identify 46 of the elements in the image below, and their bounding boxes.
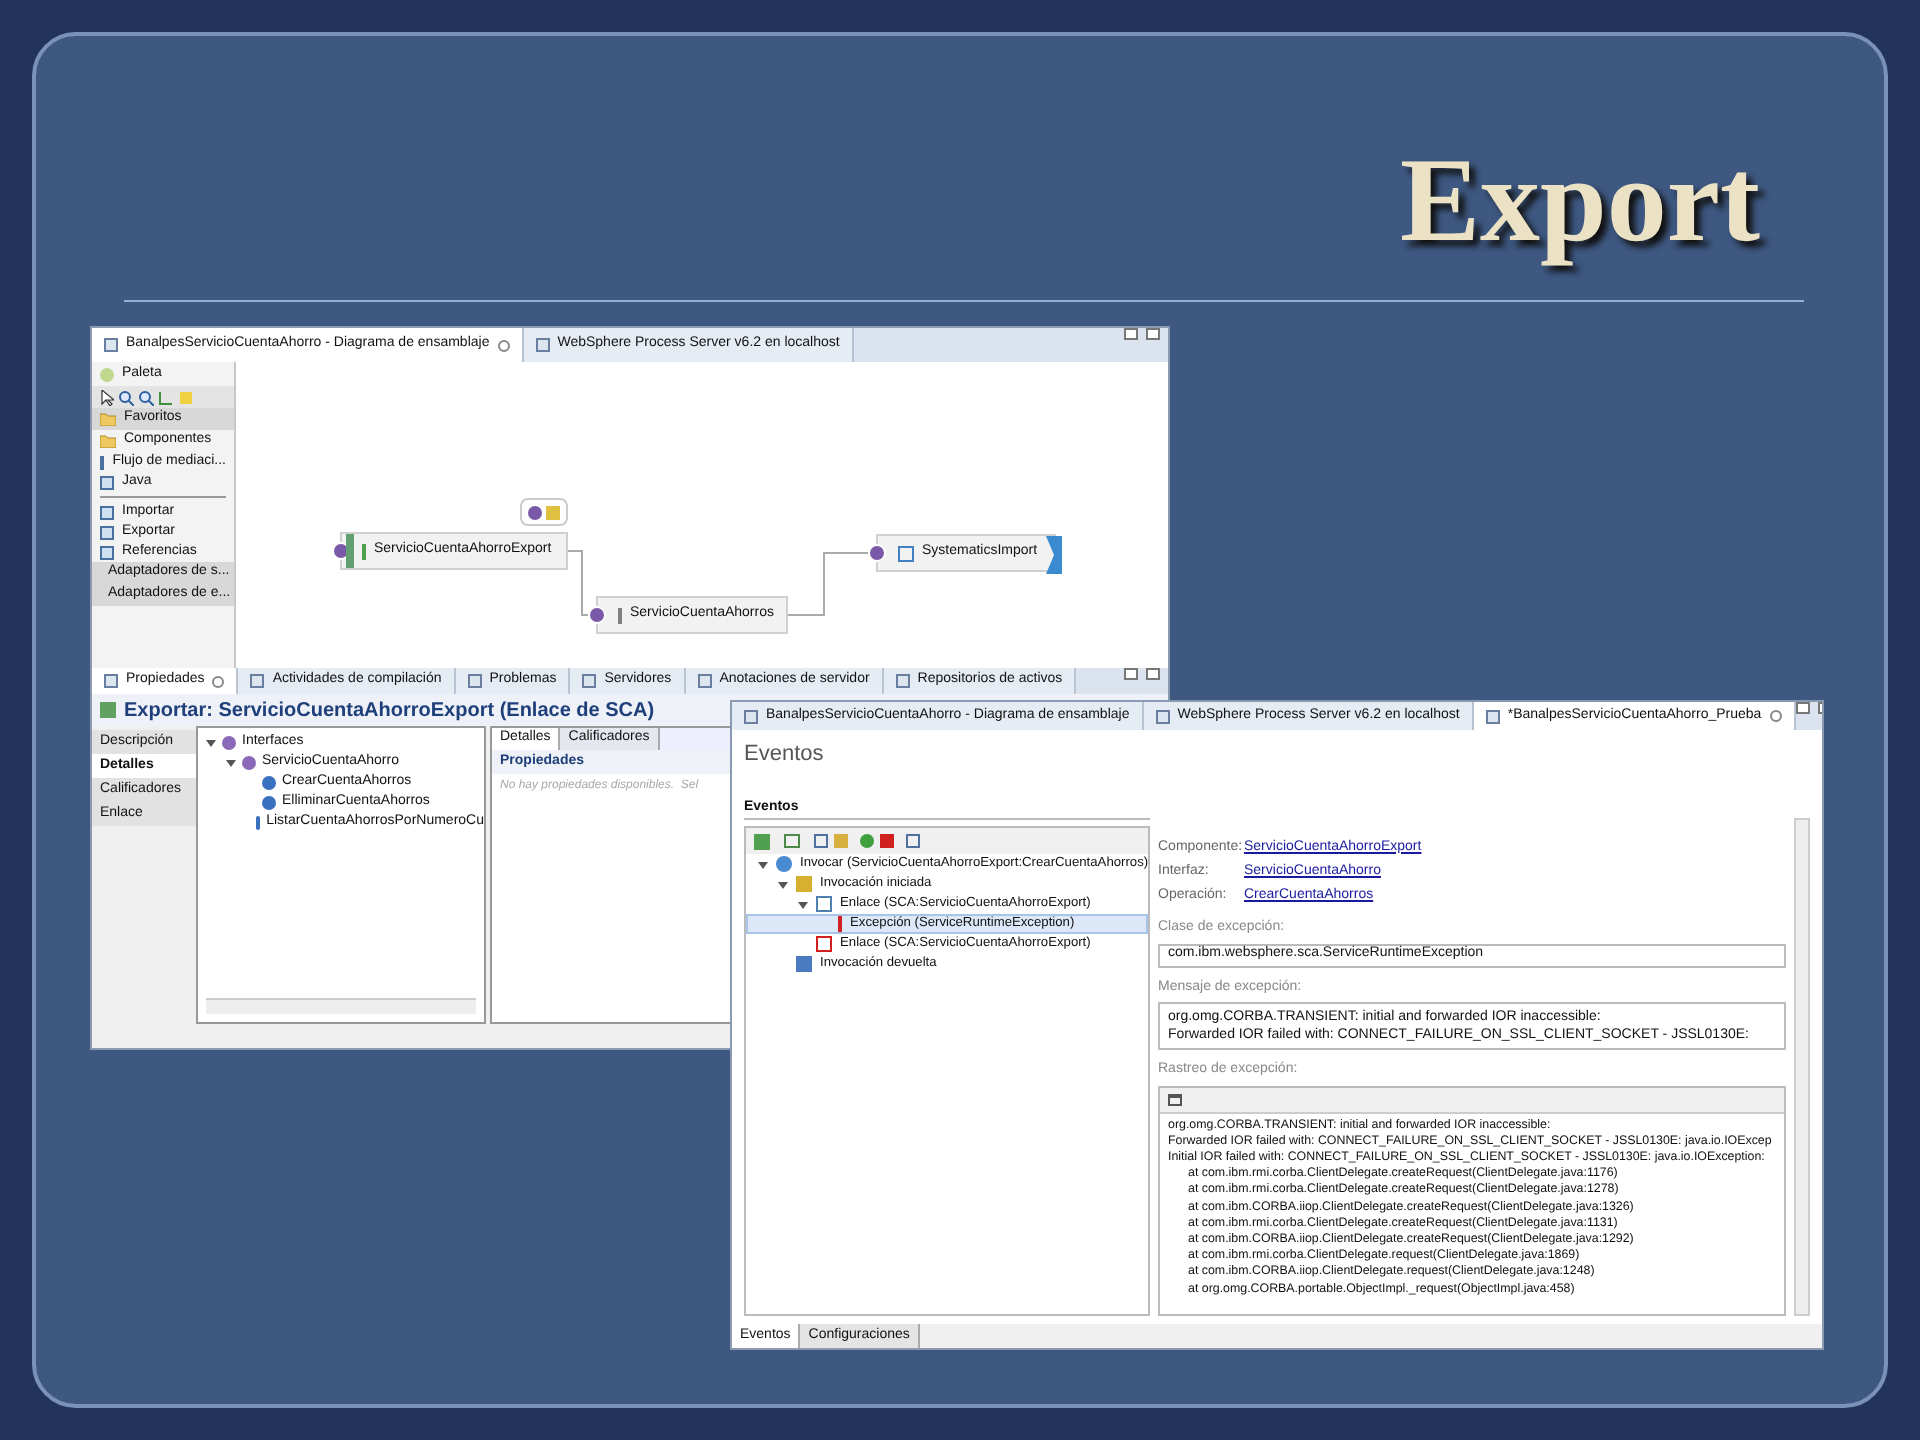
save-icon[interactable] xyxy=(906,834,920,848)
file-icon xyxy=(744,709,758,723)
flag-icon xyxy=(796,876,812,892)
file-icon xyxy=(104,674,118,688)
file-icon xyxy=(697,674,712,688)
file-icon xyxy=(467,674,482,688)
maximize-icon[interactable] xyxy=(1146,328,1160,340)
zoom-in-icon[interactable] xyxy=(118,389,134,405)
file-icon xyxy=(895,674,910,688)
zoom-out-icon[interactable] xyxy=(138,389,154,405)
expand-arrow-icon[interactable] xyxy=(206,737,216,747)
pointer-icon[interactable] xyxy=(100,389,114,405)
file-icon xyxy=(1485,709,1500,723)
properties-title: Exportar: ServicioCuentaAhorroExport (Enlace de SCA) xyxy=(124,697,655,725)
window-icon[interactable] xyxy=(1168,1093,1182,1105)
file-icon xyxy=(1155,709,1170,723)
file-icon xyxy=(535,338,550,352)
table-icon[interactable] xyxy=(784,834,800,848)
maximize-icon[interactable] xyxy=(1146,668,1160,680)
expand-arrow-icon[interactable] xyxy=(226,757,236,767)
palette-icon xyxy=(100,367,114,381)
interface-icon xyxy=(588,606,606,624)
minimize-icon[interactable] xyxy=(1124,328,1138,340)
file-icon xyxy=(582,674,597,688)
import-marker-icon xyxy=(1046,536,1062,574)
collapse-icon[interactable] xyxy=(814,834,828,848)
file-icon xyxy=(104,338,118,352)
expand-arrow-icon[interactable] xyxy=(758,859,768,869)
interface-icon[interactable] xyxy=(528,505,542,519)
play-icon[interactable] xyxy=(860,834,874,848)
export-marker-icon xyxy=(346,534,354,568)
node-icon xyxy=(898,545,914,561)
scrollbar[interactable] xyxy=(1794,818,1810,1316)
minimize-icon[interactable] xyxy=(1124,668,1138,680)
export-icon xyxy=(100,702,116,718)
link-icon xyxy=(816,896,832,912)
interface-icon xyxy=(868,544,886,562)
link-error-icon xyxy=(816,936,832,952)
expand-arrow-icon[interactable] xyxy=(778,879,788,889)
file-icon xyxy=(250,674,265,688)
run-icon[interactable] xyxy=(754,833,770,849)
wire-icon[interactable] xyxy=(158,389,174,405)
invoke-icon xyxy=(776,856,792,872)
return-icon xyxy=(796,956,812,972)
expand-arrow-icon[interactable] xyxy=(798,899,808,909)
scrollbar[interactable] xyxy=(206,998,476,1014)
